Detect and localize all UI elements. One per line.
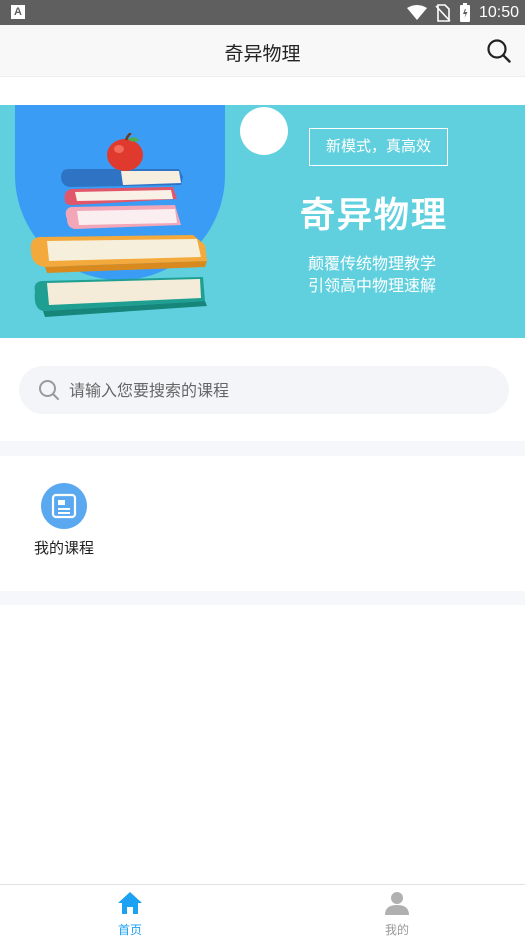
status-bar: A 10:50 bbox=[0, 0, 525, 25]
promo-banner[interactable]: 新模式，真高效 奇异物理 颠覆传统物理教学 引领高中物理速解 bbox=[0, 105, 525, 338]
tab-mine[interactable]: 我的 bbox=[367, 891, 427, 936]
user-icon bbox=[385, 892, 409, 915]
my-courses-label: 我的课程 bbox=[33, 539, 94, 557]
banner-subtitle-line1: 颠覆传统物理教学 bbox=[308, 254, 437, 273]
banner-title: 奇异物理 bbox=[300, 196, 449, 236]
tab-home-label: 首页 bbox=[117, 923, 142, 936]
my-courses-entry[interactable]: 我的课程 bbox=[28, 481, 100, 561]
banner-subtitle: 颠覆传统物理教学 引领高中物理速解 bbox=[308, 253, 436, 297]
bottom-tab-bar: 首页 我的 bbox=[0, 884, 525, 936]
course-search-bar[interactable] bbox=[19, 366, 509, 414]
tab-home[interactable]: 首页 bbox=[100, 891, 160, 936]
no-sim-icon bbox=[435, 3, 451, 22]
wifi-icon bbox=[406, 4, 427, 20]
banner-tag: 新模式，真高效 bbox=[309, 128, 448, 166]
search-input[interactable] bbox=[69, 380, 469, 400]
books-illustration bbox=[30, 133, 207, 317]
section-divider bbox=[0, 591, 525, 605]
tab-mine-label: 我的 bbox=[384, 923, 409, 936]
search-icon[interactable] bbox=[486, 38, 512, 64]
status-icons: 10:50 bbox=[406, 0, 519, 25]
notification-icon: A bbox=[11, 5, 25, 19]
status-time: 10:50 bbox=[478, 3, 519, 21]
course-list-icon bbox=[41, 483, 87, 529]
app-bar: 奇异物理 bbox=[0, 25, 525, 77]
banner-circle-shape bbox=[240, 107, 288, 155]
page-title: 奇异物理 bbox=[224, 43, 301, 65]
section-divider bbox=[0, 441, 525, 456]
battery-icon bbox=[459, 3, 470, 22]
home-icon bbox=[118, 892, 142, 914]
banner-subtitle-line2: 引领高中物理速解 bbox=[308, 276, 437, 295]
app-screen: A 10:50 奇异物理 新模式，真高效 奇异物理 颠覆传统物理教学 引领高中物… bbox=[0, 0, 525, 936]
search-icon bbox=[39, 380, 59, 400]
